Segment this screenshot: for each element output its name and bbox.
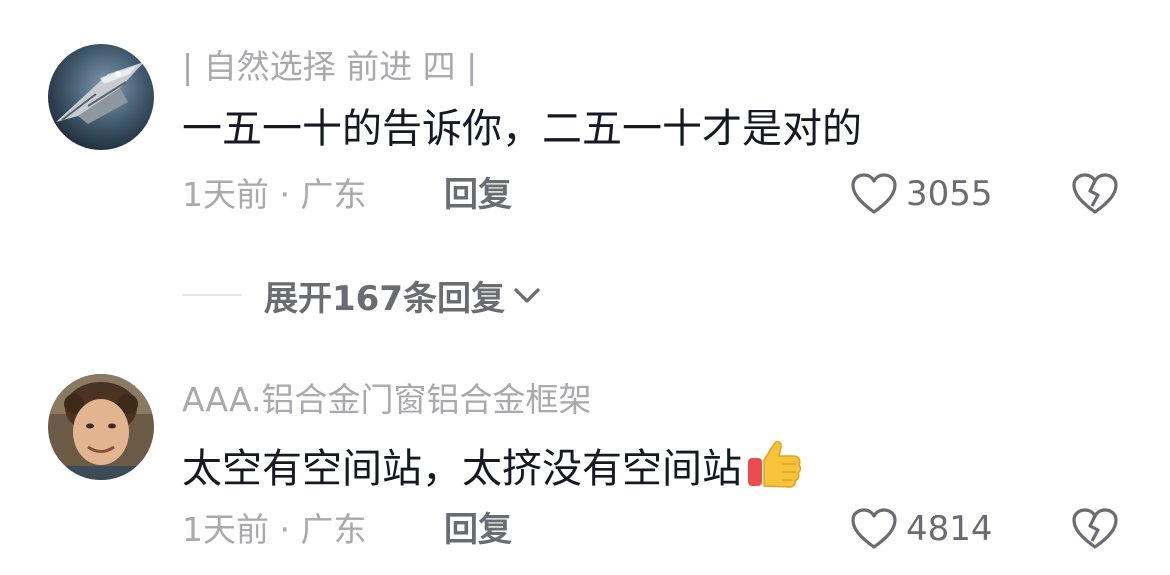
like-count: 4814: [906, 509, 993, 549]
username[interactable]: AAA.铝合金门窗铝合金框架: [182, 380, 591, 420]
broken-heart-icon: [1072, 508, 1118, 549]
heart-outline-icon: [851, 508, 897, 549]
man-portrait-avatar-icon: [48, 374, 154, 480]
avatar[interactable]: [48, 374, 154, 480]
comment-text: 太空有空间站，太挤没有空间站: [182, 436, 804, 502]
dislike-button[interactable]: [1071, 505, 1119, 553]
thumbs-up-icon: [746, 436, 804, 502]
comment-text-body: 太空有空间站，太挤没有空间站: [182, 446, 742, 492]
comment-item: AAA.铝合金门窗铝合金框架 太空有空间站，太挤没有空间站 1天前 · 广东 回…: [0, 0, 1170, 575]
comment-meta: 1天前 · 广东: [182, 510, 367, 549]
reply-button[interactable]: 回复: [444, 510, 512, 550]
like-button[interactable]: 4814: [850, 505, 993, 553]
